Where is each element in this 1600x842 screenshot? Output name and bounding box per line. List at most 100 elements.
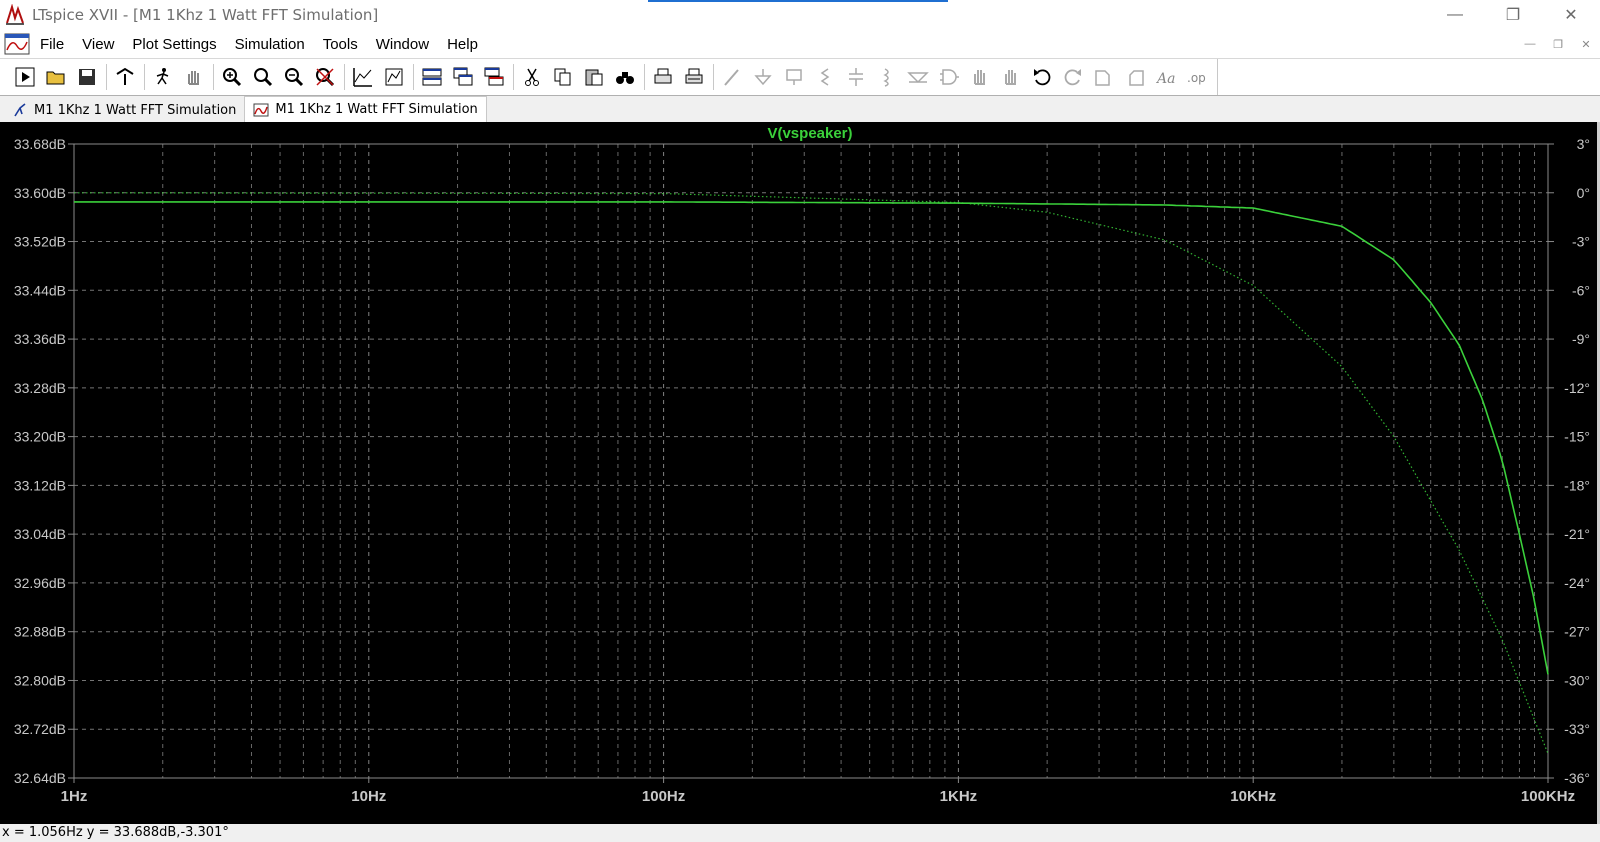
find-button[interactable] bbox=[612, 64, 638, 90]
undo-button[interactable] bbox=[1029, 64, 1055, 90]
cut-button[interactable] bbox=[519, 64, 545, 90]
capacitor-button[interactable] bbox=[843, 64, 869, 90]
run-button[interactable] bbox=[12, 64, 38, 90]
toolbar-separator bbox=[413, 64, 414, 90]
menu-tools[interactable]: Tools bbox=[321, 36, 360, 53]
zoom-cancel-button[interactable] bbox=[312, 64, 338, 90]
mark-button[interactable] bbox=[381, 64, 407, 90]
paste-icon bbox=[585, 69, 603, 86]
paste-button[interactable] bbox=[581, 64, 607, 90]
menu-bar: File View Plot Settings Simulation Tools… bbox=[0, 30, 1600, 58]
x-tick-label: 100Hz bbox=[642, 788, 685, 805]
redo-button[interactable] bbox=[1060, 64, 1086, 90]
close-button[interactable]: ✕ bbox=[1542, 0, 1600, 30]
redo-icon bbox=[1064, 69, 1081, 86]
open-button[interactable] bbox=[43, 64, 69, 90]
copy-button[interactable] bbox=[550, 64, 576, 90]
label-button[interactable] bbox=[781, 64, 807, 90]
pick-nodes-icon bbox=[156, 68, 169, 85]
minimize-icon: — bbox=[1447, 6, 1463, 23]
spice-directive-button[interactable]: .op bbox=[1184, 64, 1210, 90]
ground-button[interactable] bbox=[750, 64, 776, 90]
capacitor-icon bbox=[849, 68, 863, 86]
right-tick-label: -36° bbox=[1564, 770, 1590, 786]
toolbar-separator bbox=[644, 64, 645, 90]
mirror-button[interactable] bbox=[1122, 64, 1148, 90]
right-tick-label: 0° bbox=[1577, 185, 1590, 201]
tile-horizontal-button[interactable] bbox=[419, 64, 445, 90]
zoom-in-button[interactable] bbox=[219, 64, 245, 90]
pan-hand-button[interactable] bbox=[181, 64, 207, 90]
right-axis-ticks: 3° 0° -3° -6° -9° -12° -15° -18° -21° -24° -27° -30… bbox=[1548, 136, 1590, 786]
control-panel-button[interactable] bbox=[112, 64, 138, 90]
menu-view[interactable]: View bbox=[80, 36, 116, 53]
print-icon bbox=[654, 68, 672, 84]
diode-icon bbox=[907, 72, 929, 84]
left-tick-label: 33.68dB bbox=[14, 136, 66, 152]
document-restore-button[interactable]: ❐ bbox=[1544, 30, 1572, 58]
ltspice-window: LTspice XVII - [M1 1Khz 1 Watt FFT Simul… bbox=[0, 0, 1600, 842]
zoom-out-button[interactable] bbox=[281, 64, 307, 90]
magnitude-trace bbox=[74, 201, 1549, 675]
right-tick-label: -21° bbox=[1564, 526, 1590, 542]
waveform-plot-pane[interactable]: 33.68dB 33.60dB 33.52dB 33.44dB 33.36dB 33.28… bbox=[0, 122, 1600, 824]
left-tick-label: 32.80dB bbox=[14, 672, 66, 688]
autorange-button[interactable] bbox=[350, 64, 376, 90]
resistor-button[interactable] bbox=[812, 64, 838, 90]
plot-traces bbox=[74, 192, 1549, 754]
document-close-button[interactable]: ✕ bbox=[1572, 30, 1600, 58]
restore-icon: ❐ bbox=[1505, 7, 1521, 24]
right-tick-label: -12° bbox=[1564, 380, 1590, 396]
x-tick-label: 10Hz bbox=[351, 788, 386, 805]
diode-button[interactable] bbox=[905, 64, 931, 90]
zoom-cancel-icon bbox=[316, 68, 335, 87]
left-tick-label: 33.44dB bbox=[14, 282, 66, 298]
schematic-icon bbox=[14, 103, 26, 117]
component-button[interactable] bbox=[936, 64, 962, 90]
plot-grid bbox=[73, 143, 1549, 779]
minimize-button[interactable]: — bbox=[1426, 0, 1484, 30]
left-tick-label: 33.60dB bbox=[14, 185, 66, 201]
tab-waveform-label: M1 1Khz 1 Watt FFT Simulation bbox=[275, 102, 478, 117]
print-preview-button[interactable] bbox=[681, 64, 707, 90]
tile-vertical-button[interactable] bbox=[481, 64, 507, 90]
autorange-icon bbox=[353, 68, 372, 87]
inductor-button[interactable] bbox=[874, 64, 900, 90]
ground-icon bbox=[754, 69, 772, 86]
right-tick-label: -24° bbox=[1564, 575, 1590, 591]
document-minimize-button[interactable]: — bbox=[1516, 30, 1544, 58]
tab-schematic[interactable]: M1 1Khz 1 Watt FFT Simulation bbox=[4, 98, 244, 122]
waveform-chart[interactable]: 33.68dB 33.60dB 33.52dB 33.44dB 33.36dB 33.28… bbox=[0, 122, 1597, 824]
menu-file[interactable]: File bbox=[38, 36, 66, 53]
drag-button[interactable] bbox=[998, 64, 1024, 90]
menu-plot-settings[interactable]: Plot Settings bbox=[130, 36, 218, 53]
wire-icon bbox=[724, 69, 739, 86]
zoom-area-button[interactable] bbox=[250, 64, 276, 90]
menu-window[interactable]: Window bbox=[374, 36, 431, 53]
label-icon bbox=[786, 69, 802, 85]
cascade-button[interactable] bbox=[450, 64, 476, 90]
text-icon: Aa bbox=[1155, 71, 1175, 87]
waveform-document-icon[interactable] bbox=[4, 32, 30, 56]
left-tick-label: 32.96dB bbox=[14, 575, 66, 591]
print-button[interactable] bbox=[650, 64, 676, 90]
toolbar-end bbox=[1217, 59, 1218, 95]
tab-waveform[interactable]: M1 1Khz 1 Watt FFT Simulation bbox=[244, 96, 487, 122]
plot-border bbox=[73, 143, 1549, 779]
restore-button[interactable]: ❐ bbox=[1484, 0, 1542, 30]
cascade-icon bbox=[453, 67, 473, 86]
save-button[interactable] bbox=[74, 64, 100, 90]
waveform-icon bbox=[253, 103, 269, 116]
menu-simulation[interactable]: Simulation bbox=[233, 36, 307, 53]
pick-nodes-button[interactable] bbox=[150, 64, 176, 90]
menu-help[interactable]: Help bbox=[445, 36, 480, 53]
text-button[interactable]: Aa bbox=[1153, 64, 1179, 90]
move-button[interactable] bbox=[967, 64, 993, 90]
ltspice-logo-icon bbox=[6, 4, 24, 25]
mark-icon bbox=[385, 68, 403, 86]
trace-title: V(vspeaker) bbox=[767, 125, 852, 142]
right-tick-label: -9° bbox=[1572, 331, 1590, 347]
wire-button[interactable] bbox=[719, 64, 745, 90]
rotate-button[interactable] bbox=[1091, 64, 1117, 90]
move-icon bbox=[974, 70, 985, 85]
